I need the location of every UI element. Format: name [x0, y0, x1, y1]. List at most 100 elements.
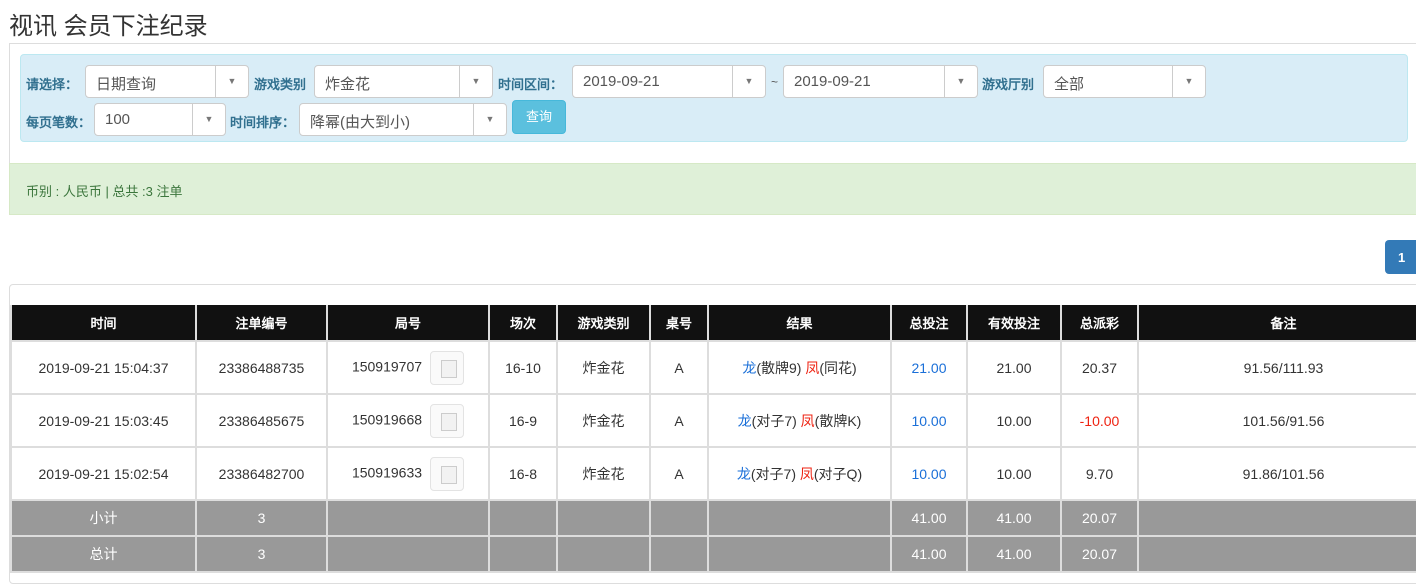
- table-id: A: [674, 359, 684, 376]
- dragon-hand: (对子7): [750, 465, 796, 482]
- game-type: 炸金花: [582, 412, 625, 429]
- column-header[interactable]: 注单编号: [195, 305, 328, 342]
- chevron-down-icon: ▼: [192, 104, 225, 135]
- count: 3: [257, 546, 266, 562]
- cell-total-bet: 21.00: [890, 340, 968, 395]
- bet-id: 23386485675: [218, 412, 305, 429]
- cell-total-bet: 10.00: [890, 393, 968, 448]
- cell-result: 龙(对子7) 凤(散牌K): [707, 393, 892, 448]
- cell-time: 2019-09-21 15:02:54: [10, 446, 197, 501]
- cell-payout: 20.37: [1060, 340, 1139, 395]
- cell-empty: [556, 535, 651, 573]
- table-row[interactable]: 2019-09-21 15:04:37 23386488735 150919707 1…: [10, 340, 1416, 395]
- cell-label: 小计: [10, 499, 197, 537]
- column-header[interactable]: 有效投注: [966, 305, 1062, 342]
- query-type-select[interactable]: 日期查询 ▼: [85, 65, 249, 98]
- bet-id: 23386482700: [218, 465, 305, 482]
- cell-bet-id: 23386485675: [195, 393, 328, 448]
- chevron-down-icon: ▼: [1172, 66, 1205, 97]
- cell-note: 101.56/91.56: [1137, 393, 1416, 448]
- table-row[interactable]: 2019-09-21 15:02:54 23386482700 150919633 1…: [10, 446, 1416, 501]
- bet-records-table: 时间 注单编号 局号 场次 游戏类别 桌号 结果 总投注 有效投注 总派彩 备注 2019-09-2…: [10, 305, 1416, 573]
- column-header[interactable]: 总投注: [890, 305, 968, 342]
- column-header[interactable]: 局号: [326, 305, 490, 342]
- select-value: 2019-09-21: [794, 73, 871, 90]
- payout: 20.07: [1081, 546, 1118, 562]
- dragon-hand: (散牌9): [756, 359, 802, 376]
- video-replay-icon[interactable]: [430, 403, 465, 438]
- note: 91.86/101.56: [1242, 465, 1325, 482]
- valid-bet: 21.00: [996, 359, 1032, 376]
- select-value: 炸金花: [325, 76, 371, 93]
- valid-bet: 41.00: [996, 546, 1032, 562]
- phoenix-hand: (对子Q): [813, 465, 863, 482]
- chevron-down-icon: ▼: [473, 104, 506, 135]
- column-header[interactable]: 时间: [10, 305, 197, 342]
- column-header[interactable]: 桌号: [649, 305, 709, 342]
- cell-label: 总计: [10, 535, 197, 573]
- per-page-select[interactable]: 100 ▼: [94, 103, 226, 136]
- chevron-down-icon: ▼: [944, 66, 977, 97]
- time-range-label: 时间区间：: [498, 77, 564, 92]
- table-header: 时间 注单编号 局号 场次 游戏类别 桌号 结果 总投注 有效投注 总派彩 备注: [10, 305, 1416, 342]
- cell-round: 150919707: [326, 340, 490, 395]
- cell-payout: -10.00: [1060, 393, 1139, 448]
- cell-empty: [556, 499, 651, 537]
- cell-total-bet: 10.00: [890, 446, 968, 501]
- hall-label: 游戏厅别: [982, 77, 1035, 92]
- cell-count: 3: [195, 535, 328, 573]
- game-type-select[interactable]: 炸金花 ▼: [314, 65, 493, 98]
- payout: 20.37: [1081, 359, 1118, 376]
- chevron-down-icon: ▼: [459, 66, 492, 97]
- page-title: 视讯 会员下注纪录: [9, 13, 208, 40]
- cell-note: 91.86/101.56: [1137, 446, 1416, 501]
- table-row[interactable]: 2019-09-21 15:03:45 23386485675 150919668 1…: [10, 393, 1416, 448]
- note: 101.56/91.56: [1242, 412, 1325, 429]
- time: 2019-09-21 15:02:54: [38, 465, 169, 482]
- cell-empty: [488, 499, 558, 537]
- cell-count: 3: [195, 499, 328, 537]
- cell-game: 炸金花: [556, 393, 651, 448]
- phoenix-label: 凤: [800, 412, 815, 429]
- cell-total-bet: 41.00: [890, 535, 968, 573]
- select-value: 2019-09-21: [583, 73, 660, 90]
- subtotal-row: 小计 3 41.00 41.00 20.07: [10, 499, 1416, 537]
- dragon-label: 龙: [737, 412, 752, 429]
- hall-select[interactable]: 全部 ▼: [1043, 65, 1206, 98]
- phoenix-hand: (散牌K): [814, 412, 862, 429]
- game-type-label: 游戏类别: [254, 77, 307, 92]
- cell-empty: [707, 499, 892, 537]
- date-to-select[interactable]: 2019-09-21 ▼: [783, 65, 978, 98]
- column-header[interactable]: 结果: [707, 305, 892, 342]
- game-type: 炸金花: [582, 465, 625, 482]
- dragon-label: 龙: [736, 465, 751, 482]
- cell-table: A: [649, 393, 709, 448]
- session: 16-8: [508, 465, 538, 482]
- bet-id: 23386488735: [218, 359, 305, 376]
- video-replay-icon[interactable]: [430, 456, 465, 491]
- cell-payout: 9.70: [1060, 446, 1139, 501]
- sort-select[interactable]: 降幂(由大到小) ▼: [299, 103, 507, 136]
- game-type: 炸金花: [582, 359, 625, 376]
- column-header[interactable]: 总派彩: [1060, 305, 1139, 342]
- search-button[interactable]: 查询: [512, 100, 566, 134]
- cell-note: 91.56/111.93: [1137, 340, 1416, 395]
- column-header[interactable]: 游戏类别: [556, 305, 651, 342]
- cell-empty: [326, 535, 490, 573]
- column-header[interactable]: 场次: [488, 305, 558, 342]
- sort-label: 时间排序：: [230, 115, 296, 130]
- payout: 20.07: [1081, 510, 1118, 526]
- date-from-select[interactable]: 2019-09-21 ▼: [572, 65, 766, 98]
- table-id: A: [674, 412, 684, 429]
- cell-game: 炸金花: [556, 340, 651, 395]
- cell-empty: [649, 535, 709, 573]
- cell-bet-id: 23386482700: [195, 446, 328, 501]
- cell-valid-bet: 10.00: [966, 393, 1062, 448]
- total-bet: 10.00: [911, 412, 947, 429]
- cell-valid-bet: 21.00: [966, 340, 1062, 395]
- payout: 9.70: [1085, 465, 1114, 482]
- video-replay-icon[interactable]: [430, 350, 465, 385]
- pagination-page-1[interactable]: 1: [1385, 240, 1416, 274]
- select-value: 全部: [1054, 76, 1085, 93]
- column-header[interactable]: 备注: [1137, 305, 1416, 342]
